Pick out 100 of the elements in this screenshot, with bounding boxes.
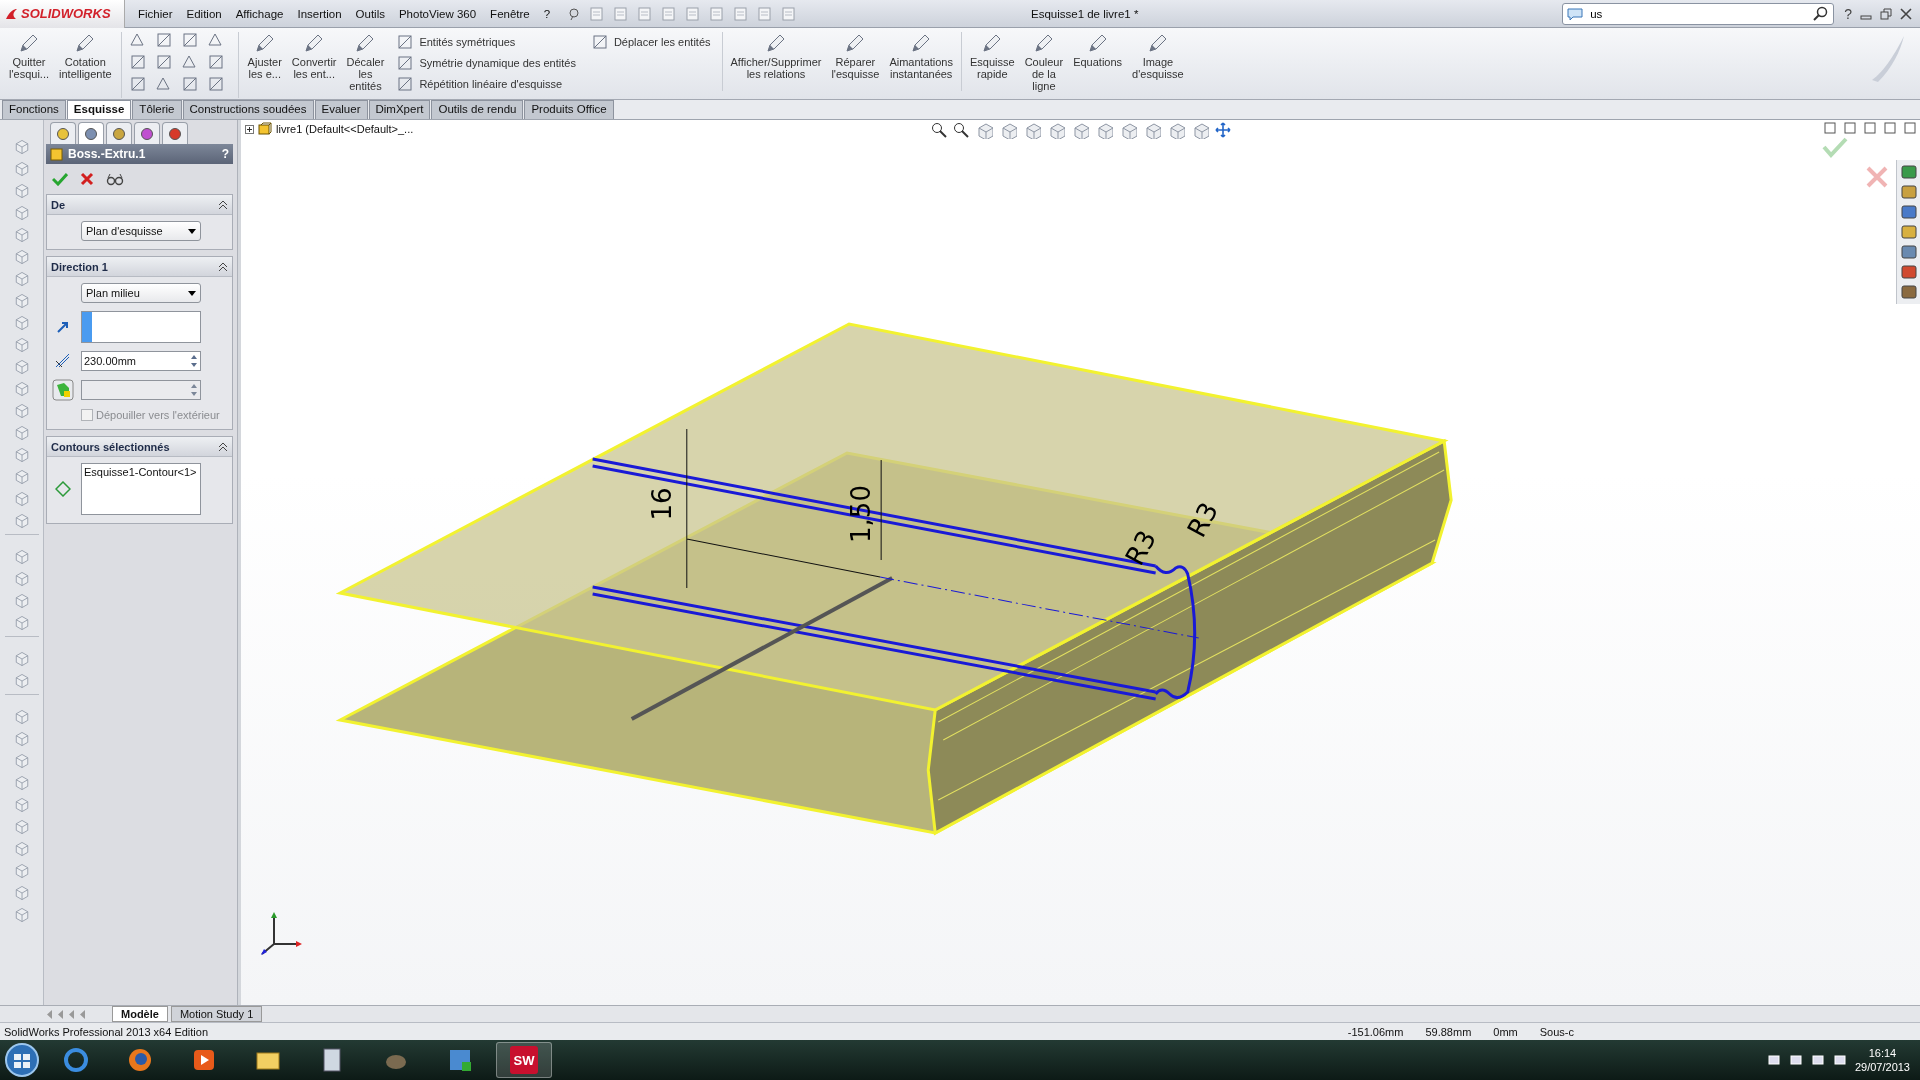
sketch-tool-icon[interactable] bbox=[129, 76, 146, 92]
search-field[interactable]: us bbox=[1562, 2, 1835, 25]
toolbar-icon[interactable] bbox=[613, 5, 630, 22]
toolbar-icon[interactable] bbox=[637, 5, 654, 22]
view-cube-icon[interactable] bbox=[1047, 121, 1065, 139]
sketch-tool-icon[interactable] bbox=[155, 76, 172, 92]
task-pane-icon[interactable] bbox=[1900, 224, 1917, 240]
task-pane-icon[interactable] bbox=[1900, 184, 1917, 200]
ribbon-button[interactable]: Esquisse rapide bbox=[965, 32, 1020, 80]
sketch-tool-icon[interactable] bbox=[129, 54, 146, 70]
check-icon[interactable] bbox=[1822, 136, 1848, 158]
view-cube-icon[interactable] bbox=[1095, 121, 1113, 139]
menu-item[interactable]: Insertion bbox=[290, 4, 349, 23]
expand-icon[interactable] bbox=[245, 124, 254, 134]
ribbon-item[interactable]: Symétrie dynamique des entités bbox=[397, 55, 576, 71]
sketch-tool-icon[interactable] bbox=[181, 32, 198, 48]
list-box[interactable]: Esquisse1-Contour<1> bbox=[81, 463, 201, 515]
tab[interactable]: Constructions soudées bbox=[182, 100, 314, 119]
sketch-tool-icon[interactable] bbox=[181, 76, 198, 92]
panel-tab[interactable] bbox=[162, 122, 188, 144]
toolbar-icon[interactable] bbox=[709, 5, 726, 22]
ribbon-button[interactable]: Convertir les ent... bbox=[286, 32, 342, 80]
tab[interactable]: Esquisse bbox=[66, 100, 132, 119]
view-cube-icon[interactable] bbox=[1119, 121, 1137, 139]
checkbox[interactable] bbox=[81, 409, 93, 421]
ribbon-button[interactable]: Afficher/Supprimer les relations bbox=[725, 32, 827, 80]
sketch-tool-icon[interactable] bbox=[129, 32, 146, 48]
ribbon-button[interactable]: Equations bbox=[1068, 32, 1128, 68]
tab[interactable]: Modèle bbox=[112, 1006, 168, 1022]
dropdown[interactable]: Plan milieu bbox=[81, 283, 201, 303]
number-field[interactable] bbox=[81, 380, 201, 400]
ribbon-button[interactable]: Aimantations instantanées bbox=[884, 32, 958, 80]
ribbon-button[interactable]: Décaler les entités bbox=[341, 32, 390, 92]
toolbar-icon[interactable] bbox=[685, 5, 702, 22]
help-button[interactable]: ? bbox=[1844, 5, 1852, 22]
task-pane-icon[interactable] bbox=[1900, 164, 1917, 180]
menu-item[interactable]: ? bbox=[536, 4, 558, 23]
ribbon-button[interactable]: Couleur de la ligne bbox=[1019, 32, 1069, 92]
tab[interactable]: Outils de rendu bbox=[431, 100, 524, 119]
toolbar-icon[interactable] bbox=[733, 5, 750, 22]
view-cube-icon[interactable] bbox=[1143, 121, 1161, 139]
tab[interactable]: Produits Office bbox=[524, 100, 614, 119]
view-cube-icon[interactable] bbox=[975, 121, 993, 139]
collapse-icon[interactable] bbox=[218, 199, 228, 210]
dimension-label[interactable]: 16 bbox=[646, 487, 677, 521]
view-cube-icon[interactable] bbox=[999, 121, 1017, 139]
menu-item[interactable]: Fenêtre bbox=[483, 4, 537, 23]
panel-tab[interactable] bbox=[106, 122, 132, 144]
sketch-tool-icon[interactable] bbox=[155, 32, 172, 48]
start-button[interactable] bbox=[4, 1042, 40, 1078]
menu-item[interactable]: Affichage bbox=[228, 4, 291, 23]
toolbar-icon[interactable] bbox=[781, 5, 798, 22]
collapse-icon[interactable] bbox=[218, 261, 228, 272]
ribbon-button[interactable]: Cotation intelligente bbox=[54, 32, 117, 80]
task-pane-icon[interactable] bbox=[1900, 264, 1917, 280]
taskbar-button[interactable]: SW bbox=[496, 1042, 552, 1078]
extrude-icon[interactable] bbox=[52, 379, 74, 401]
tab[interactable]: Evaluer bbox=[314, 100, 368, 119]
dimension-label[interactable]: R3 bbox=[1181, 497, 1225, 543]
help-button[interactable]: ? bbox=[221, 147, 229, 161]
nav-arrow-icon[interactable] bbox=[45, 1008, 54, 1020]
panel-tab[interactable] bbox=[134, 122, 160, 144]
glasses-icon[interactable] bbox=[106, 172, 124, 186]
sketch-tool-icon[interactable] bbox=[207, 32, 224, 48]
menu-item[interactable]: Fichier bbox=[131, 4, 180, 23]
pin-icon[interactable] bbox=[567, 6, 582, 21]
sketch-tool-icon[interactable] bbox=[181, 54, 198, 70]
view-cube-icon[interactable] bbox=[1071, 121, 1089, 139]
ribbon-button[interactable]: Image d'esquisse bbox=[1127, 32, 1189, 80]
task-pane-icon[interactable] bbox=[1900, 244, 1917, 260]
move-icon[interactable] bbox=[1215, 122, 1231, 138]
sketch-tool-icon[interactable] bbox=[155, 54, 172, 70]
panel-tab[interactable] bbox=[50, 122, 76, 144]
ribbon-item[interactable]: Entités symétriques bbox=[397, 34, 576, 50]
tab[interactable]: DimXpert bbox=[368, 100, 431, 119]
check-icon[interactable] bbox=[52, 172, 68, 186]
dropdown[interactable]: Plan d'esquisse bbox=[81, 221, 201, 241]
list-item[interactable]: Esquisse1-Contour<1> bbox=[84, 466, 198, 478]
dimension-label[interactable]: R3 bbox=[1119, 525, 1163, 571]
toolbar-icon[interactable] bbox=[589, 5, 606, 22]
sketch-tool-icon[interactable] bbox=[207, 54, 224, 70]
tab[interactable]: Fonctions bbox=[2, 100, 66, 119]
ribbon-item[interactable]: Déplacer les entités bbox=[591, 34, 711, 50]
menu-item[interactable]: Edition bbox=[179, 4, 229, 23]
toolbar-icon[interactable] bbox=[757, 5, 774, 22]
view-cube-icon[interactable] bbox=[1167, 121, 1185, 139]
zoom-icon[interactable] bbox=[953, 122, 969, 138]
task-pane-icon[interactable] bbox=[1900, 284, 1917, 300]
menu-item[interactable]: Outils bbox=[348, 4, 392, 23]
panel-tab[interactable] bbox=[78, 122, 104, 144]
ribbon-button[interactable]: Ajuster les e... bbox=[242, 32, 287, 80]
view-cube-icon[interactable] bbox=[1191, 121, 1209, 139]
collapse-icon[interactable] bbox=[218, 441, 228, 452]
sketch-tool-icon[interactable] bbox=[207, 76, 224, 92]
search-icon[interactable] bbox=[1813, 5, 1830, 22]
selection-box[interactable] bbox=[81, 311, 201, 343]
tab[interactable]: Tôlerie bbox=[132, 100, 182, 119]
dimension-label[interactable]: 1,50 bbox=[846, 485, 877, 543]
zoom-icon[interactable] bbox=[931, 122, 947, 138]
toolbar-icon[interactable] bbox=[661, 5, 678, 22]
